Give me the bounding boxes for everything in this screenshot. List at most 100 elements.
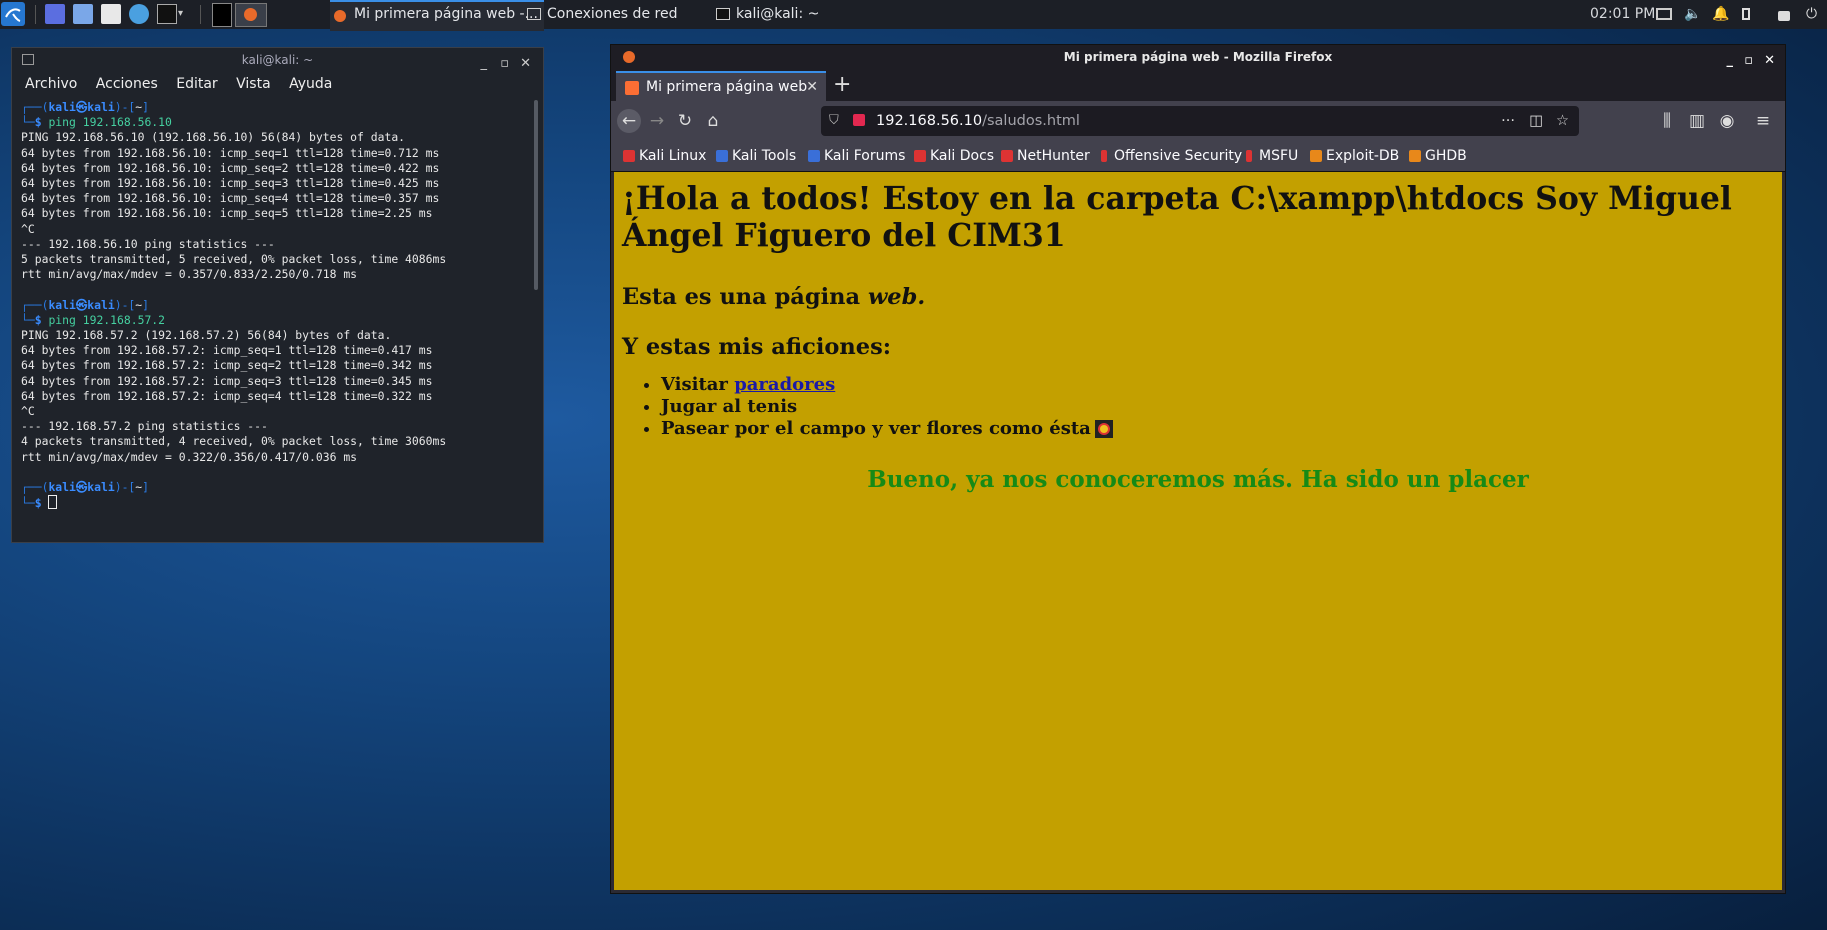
file-manager-icon[interactable] xyxy=(73,4,93,24)
account-icon[interactable]: ◉ xyxy=(1715,109,1739,133)
home-button[interactable]: ⌂ xyxy=(701,109,725,133)
menu-vista[interactable]: Vista xyxy=(236,76,271,92)
url-path: /saludos.html xyxy=(982,113,1080,129)
bookmark-exploit-db[interactable]: Exploit-DB xyxy=(1308,141,1399,171)
shield-icon[interactable]: ⛉ xyxy=(829,106,839,136)
tab-mi-primera-pagina[interactable]: Mi primera página web ✕ xyxy=(616,71,826,101)
list-item: Pasear por el campo y ver flores como és… xyxy=(661,418,1782,440)
terminal-output[interactable]: ┌──(kali㉿kali)-[~] └─$ ping 192.168.56.1… xyxy=(12,96,543,511)
flower-image xyxy=(1094,420,1113,438)
task-label: Conexiones de red xyxy=(547,6,678,22)
text-editor-icon[interactable] xyxy=(101,4,121,24)
new-tab-button[interactable]: + xyxy=(833,69,851,101)
offsec-icon xyxy=(1246,150,1252,162)
task-label: Mi primera página web -... xyxy=(354,6,538,22)
bookmark-msfu[interactable]: MSFU xyxy=(1241,141,1298,171)
firefox-icon xyxy=(334,10,346,22)
terminal-launcher-icon[interactable] xyxy=(157,4,177,24)
power-icon[interactable]: ⏻ xyxy=(1806,6,1822,22)
url-bar[interactable]: ⛉ 192.168.56.10/saludos.html ··· ◫ ☆ xyxy=(821,106,1579,136)
terminal-cursor xyxy=(48,495,58,510)
insecure-lock-icon[interactable] xyxy=(853,114,865,126)
paradores-link[interactable]: paradores xyxy=(734,374,835,395)
bookmark-kali-linux[interactable]: Kali Linux xyxy=(621,141,706,171)
page-subheading: Esta es una página web. xyxy=(622,284,926,310)
terminal-icon xyxy=(22,54,34,65)
tab-strip: Mi primera página web ✕ + xyxy=(611,69,1785,101)
menu-ayuda[interactable]: Ayuda xyxy=(289,76,332,92)
maximize-icon[interactable]: ▫ xyxy=(500,52,509,76)
page-content: ¡Hola a todos! Estoy en la carpeta C:\xa… xyxy=(614,172,1782,890)
lock-icon[interactable] xyxy=(1778,11,1790,21)
kali-icon xyxy=(623,150,635,162)
bookmark-offensive-security[interactable]: Offensive Security xyxy=(1096,141,1242,171)
bookmark-ghdb[interactable]: GHDB xyxy=(1407,141,1467,171)
firefox-titlebar[interactable]: Mi primera página web - Mozilla Firefox … xyxy=(611,45,1785,69)
page-actions-icon[interactable]: ··· xyxy=(1501,106,1515,136)
navigation-toolbar: ← → ↻ ⌂ ⛉ 192.168.56.10/saludos.html ···… xyxy=(611,101,1785,141)
forward-button[interactable]: → xyxy=(645,109,669,133)
minimize-icon[interactable]: _ xyxy=(481,52,488,76)
task-firefox[interactable]: Mi primera página web -... xyxy=(330,0,544,31)
pocket-icon[interactable]: ◫ xyxy=(1529,106,1543,136)
list-item: Jugar al tenis xyxy=(661,396,1782,418)
hamburger-menu-icon[interactable]: ≡ xyxy=(1751,109,1775,133)
menu-archivo[interactable]: Archivo xyxy=(25,76,77,92)
back-button[interactable]: ← xyxy=(617,109,641,133)
volume-icon[interactable]: 🔈 xyxy=(1684,6,1701,22)
kali-icon xyxy=(914,150,926,162)
web-browser-icon[interactable] xyxy=(129,4,149,24)
url-host: 192.168.56.10 xyxy=(876,113,983,129)
terminal-icon xyxy=(716,8,730,20)
firefox-icon xyxy=(244,8,257,21)
bookmark-kali-tools[interactable]: Kali Tools xyxy=(714,141,796,171)
kali-icon xyxy=(808,150,820,162)
bookmark-star-icon[interactable]: ☆ xyxy=(1556,106,1569,136)
offsec-icon xyxy=(1101,150,1107,162)
task-network[interactable]: Conexiones de red xyxy=(523,0,717,29)
terminal-menubar: Archivo Acciones Editar Vista Ayuda xyxy=(12,72,543,96)
show-desktop-icon[interactable] xyxy=(45,4,65,24)
firefox-icon xyxy=(623,51,635,63)
terminal-window: kali@kali: ~ _ ▫ ✕ Archivo Acciones Edit… xyxy=(11,47,544,543)
command-line: ping 192.168.57.2 xyxy=(48,312,166,327)
closing-message: Bueno, ya nos conoceremos más. Ha sido u… xyxy=(867,466,1529,493)
bookmark-nethunter[interactable]: NetHunter xyxy=(999,141,1090,171)
window-title: Mi primera página web - Mozilla Firefox xyxy=(1063,50,1333,64)
sidebar-icon[interactable]: ▥ xyxy=(1685,109,1709,133)
bookmark-kali-docs[interactable]: Kali Docs xyxy=(912,141,994,171)
kali-menu-button[interactable] xyxy=(1,2,25,26)
terminal-titlebar[interactable]: kali@kali: ~ _ ▫ ✕ xyxy=(12,48,543,72)
panel-separator xyxy=(200,5,201,24)
bookmarks-toolbar: Kali Linux Kali Tools Kali Forums Kali D… xyxy=(611,141,1785,172)
battery-icon[interactable] xyxy=(1742,8,1750,20)
notification-bell-icon[interactable]: 🔔 xyxy=(1712,6,1729,22)
clock[interactable]: 02:01 PM xyxy=(1590,0,1655,29)
list-item: Visitar paradores xyxy=(661,374,1782,396)
chevron-down-icon[interactable]: ▾ xyxy=(178,4,188,24)
menu-acciones[interactable]: Acciones xyxy=(96,76,158,92)
task-terminal[interactable]: kali@kali: ~ xyxy=(712,0,896,29)
kali-icon xyxy=(716,150,728,162)
top-panel: ▾ Mi primera página web -... Conexiones … xyxy=(0,0,1827,31)
ghdb-icon xyxy=(1409,150,1421,162)
network-icon xyxy=(527,8,541,20)
task-label: kali@kali: ~ xyxy=(736,6,820,22)
tab-label: Mi primera página web xyxy=(646,79,808,95)
close-icon[interactable]: ✕ xyxy=(520,52,531,76)
menu-editar[interactable]: Editar xyxy=(176,76,217,92)
hobbies-heading: Y estas mis aficiones: xyxy=(622,334,892,360)
workspace-1[interactable] xyxy=(212,3,232,27)
bookmark-kali-forums[interactable]: Kali Forums xyxy=(806,141,905,171)
reload-button[interactable]: ↻ xyxy=(673,109,697,133)
firefox-window: Mi primera página web - Mozilla Firefox … xyxy=(610,44,1786,894)
xampp-favicon-icon xyxy=(625,81,639,95)
workspace-2[interactable] xyxy=(235,3,267,27)
exploit-db-icon xyxy=(1310,150,1322,162)
terminal-scrollbar[interactable] xyxy=(534,100,538,290)
library-icon[interactable]: ⫼ xyxy=(1655,109,1679,133)
close-tab-icon[interactable]: ✕ xyxy=(806,73,818,101)
hobbies-list: Visitar paradores Jugar al tenis Pasear … xyxy=(614,374,1782,440)
display-icon[interactable] xyxy=(1656,8,1672,20)
page-heading: ¡Hola a todos! Estoy en la carpeta C:\xa… xyxy=(622,180,1732,254)
